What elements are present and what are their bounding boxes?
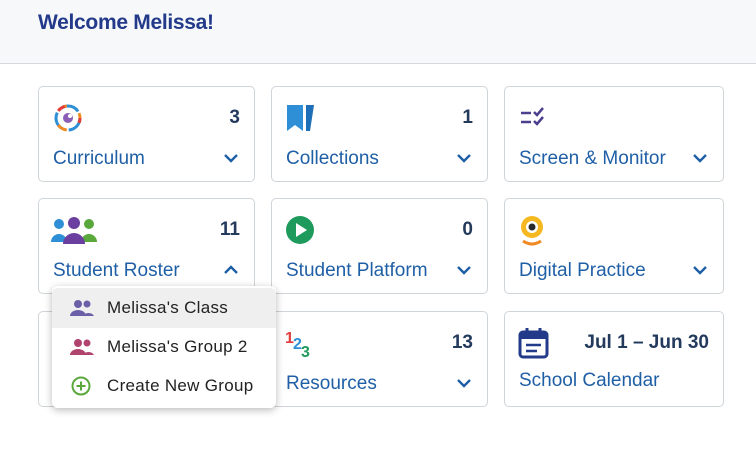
student-platform-count: 0	[462, 219, 473, 240]
dropdown-item-melissas-group-2[interactable]: Melissa's Group 2	[52, 327, 276, 367]
practice-icon	[521, 216, 543, 246]
student-platform-label: Student Platform	[286, 260, 428, 281]
school-calendar-label: School Calendar	[519, 370, 660, 391]
welcome-title: Welcome Melissa!	[38, 11, 214, 34]
collections-count: 1	[462, 107, 473, 128]
bookmark-icon	[287, 105, 314, 131]
card-school-calendar[interactable]: Jul 1 – Jun 30 School Calendar	[504, 311, 724, 407]
chevron-up-icon[interactable]	[222, 263, 240, 277]
calendar-icon	[518, 328, 549, 359]
screen-monitor-label: Screen & Monitor	[519, 148, 666, 169]
page-header: Welcome Melissa!	[0, 0, 756, 64]
resources-label: Resources	[286, 373, 377, 394]
card-resources[interactable]: 1 2 3 13 Resources	[271, 311, 488, 407]
card-curriculum[interactable]: 3 Curriculum	[38, 86, 255, 182]
dropdown-item-melissas-class[interactable]: Melissa's Class	[52, 288, 276, 328]
people-group-icon	[51, 217, 97, 244]
chevron-down-icon[interactable]	[455, 376, 473, 390]
numbers-icon: 1 2 3	[285, 330, 310, 359]
student-roster-count: 11	[219, 219, 240, 240]
collections-label: Collections	[286, 148, 379, 169]
card-student-roster[interactable]: 11 Student Roster	[38, 198, 255, 294]
card-digital-practice[interactable]: Digital Practice	[504, 198, 724, 294]
card-collections[interactable]: 1 Collections	[271, 86, 488, 182]
student-roster-label: Student Roster	[53, 260, 180, 281]
school-calendar-range: Jul 1 – Jun 30	[584, 332, 709, 353]
chevron-down-icon[interactable]	[455, 151, 473, 165]
resources-count: 13	[451, 332, 473, 353]
dropdown-item-label: Create New Group	[107, 376, 254, 395]
people-icon	[70, 300, 94, 316]
chevron-down-icon[interactable]	[455, 263, 473, 277]
dropdown-item-label: Melissa's Class	[107, 298, 229, 317]
chevron-down-icon[interactable]	[691, 151, 709, 165]
curriculum-count: 3	[229, 107, 240, 128]
card-screen-monitor[interactable]: Screen & Monitor	[504, 86, 724, 182]
svg-text:3: 3	[301, 344, 310, 359]
checklist-icon	[521, 107, 544, 126]
dropdown-item-create-new-group[interactable]: Create New Group	[52, 366, 276, 406]
play-icon	[286, 216, 314, 244]
chevron-down-icon[interactable]	[691, 263, 709, 277]
digital-practice-label: Digital Practice	[519, 260, 646, 281]
curriculum-icon	[54, 104, 82, 132]
student-roster-dropdown: Melissa's Class Melissa's Group 2 Create…	[52, 286, 276, 408]
chevron-down-icon[interactable]	[222, 151, 240, 165]
card-student-platform[interactable]: 0 Student Platform	[271, 198, 488, 294]
dropdown-item-label: Melissa's Group 2	[107, 337, 248, 356]
curriculum-label: Curriculum	[53, 148, 145, 169]
add-circle-icon	[71, 376, 91, 396]
people-icon	[70, 339, 94, 355]
